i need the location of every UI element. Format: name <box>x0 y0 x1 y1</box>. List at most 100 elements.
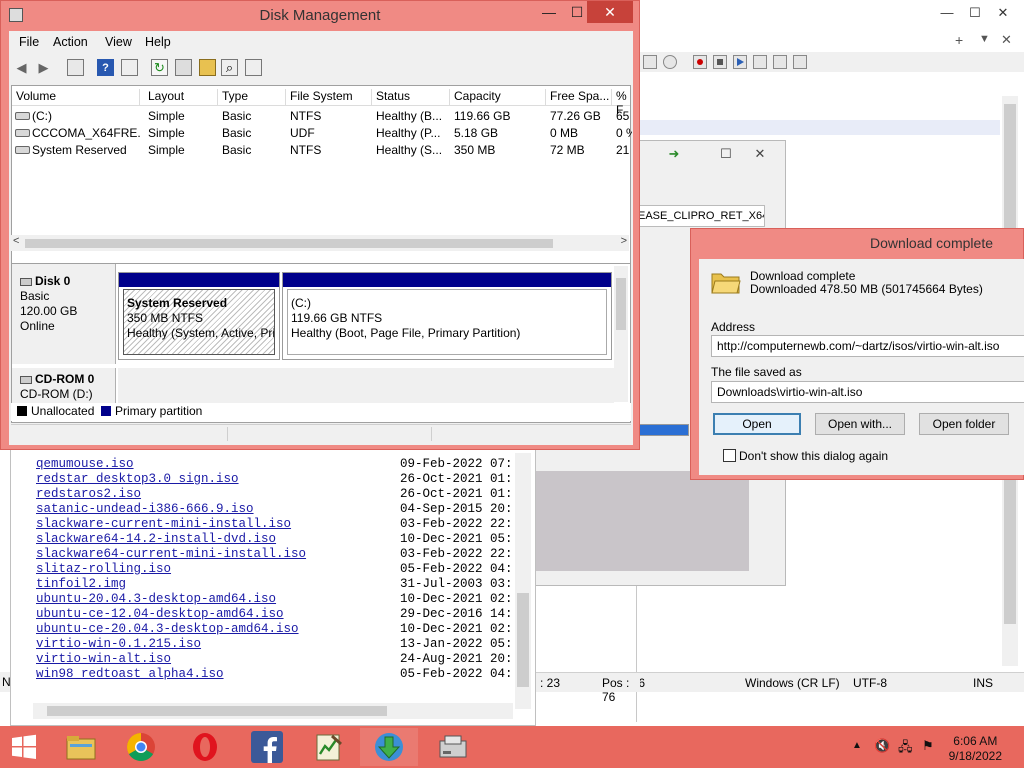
file-list-hscrollbar[interactable] <box>33 703 513 719</box>
list-item: slackware64-14.2-install-dvd.iso 10-Dec-2… <box>36 532 513 547</box>
address-field[interactable]: http://computernewb.com/~dartz/isos/virt… <box>711 335 1024 357</box>
file-link[interactable]: ubuntu-20.04.3-desktop-amd64.iso <box>36 592 276 606</box>
close-icon[interactable]: ✕ <box>747 145 773 163</box>
file-explorer-taskbar-button[interactable] <box>52 728 110 766</box>
file-list-window: qemumouse.iso 09-Feb-2022 07:4 redstar_des… <box>10 444 536 726</box>
file-link[interactable]: slackware-current-mini-install.iso <box>36 517 291 531</box>
partition-system-reserved[interactable]: System Reserved 350 MB NTFS Healthy (Sys… <box>118 272 280 360</box>
col-capacity[interactable]: Capacity <box>450 89 546 106</box>
file-date: 10-Dec-2021 02:2 <box>400 622 512 636</box>
dialog-title: Download complete <box>870 235 993 251</box>
col-layout[interactable]: Layout <box>144 89 218 106</box>
cell-fs: NTFS <box>290 143 322 157</box>
saved-path-field[interactable]: Downloads\virtio-win-alt.iso <box>711 381 1024 403</box>
file-link[interactable]: satanic-undead-i386-666.9.iso <box>36 502 254 516</box>
maximize-icon[interactable]: ☐ <box>961 4 989 22</box>
file-link[interactable]: redstar_desktop3.0_sign.iso <box>36 472 239 486</box>
file-link[interactable]: tinfoil2.img <box>36 577 126 591</box>
disk-pane-scrollbar[interactable] <box>614 266 628 402</box>
file-link[interactable]: ubuntu-ce-20.04.3-desktop-amd64.iso <box>36 622 299 636</box>
open-folder-button[interactable]: Open folder <box>919 413 1009 435</box>
menu-help[interactable]: Help <box>145 35 171 49</box>
tab-list-icon[interactable]: ▼ <box>979 33 990 45</box>
col-file-system[interactable]: File System <box>286 89 372 106</box>
table-row[interactable]: System Reserved Simple Basic NTFS Healthy (S… <box>12 142 630 159</box>
list-item: virtio-win-0.1.215.iso 13-Jan-2022 05:3 <box>36 637 513 652</box>
col-free-space[interactable]: Free Spa... <box>546 89 612 106</box>
toolbar-icon[interactable] <box>663 55 677 69</box>
settings-icon[interactable] <box>245 59 262 76</box>
search-icon[interactable]: ⌕ <box>221 59 238 76</box>
network-icon[interactable]: 🖧 <box>898 738 913 760</box>
minimize-icon[interactable]: — <box>933 4 961 22</box>
record-macro-icon[interactable] <box>693 55 707 69</box>
file-link[interactable]: win98_redtoast_alpha4.iso <box>36 667 224 681</box>
new-tab-icon[interactable]: + <box>955 32 963 48</box>
play-macro-icon[interactable] <box>733 55 747 69</box>
disk0-state: Online <box>20 319 55 333</box>
save-macro-icon[interactable] <box>773 55 787 69</box>
open-folder-icon[interactable] <box>199 59 216 76</box>
table-row[interactable]: CCCOMA_X64FRE... Simple Basic UDF Healthy (P… <box>12 125 632 142</box>
maximize-icon[interactable]: ☐ <box>713 145 739 163</box>
close-icon[interactable]: ✕ <box>989 4 1017 22</box>
col-type[interactable]: Type <box>218 89 286 106</box>
facebook-taskbar-button[interactable] <box>238 728 296 766</box>
file-link[interactable]: ubuntu-ce-12.04-desktop-amd64.iso <box>36 607 284 621</box>
minimize-icon[interactable]: — <box>535 1 563 23</box>
status-strip: l : 23 Pos : 76 <box>520 672 640 704</box>
menu-bar: File Action View Help <box>9 31 633 53</box>
file-list-vscrollbar[interactable] <box>515 453 531 709</box>
cell-layout: Simple <box>148 126 185 140</box>
stop-record-icon[interactable] <box>713 55 727 69</box>
file-link[interactable]: redstaros2.iso <box>36 487 141 501</box>
disk-management-taskbar-button[interactable] <box>424 728 482 766</box>
arrow-icon[interactable]: ➜ <box>661 145 687 163</box>
col-volume[interactable]: Volume <box>12 89 140 106</box>
file-link[interactable]: slackware64-current-mini-install.iso <box>36 547 306 561</box>
volume-muted-icon[interactable]: 🔇 <box>874 738 890 754</box>
file-link[interactable]: slitaz-rolling.iso <box>36 562 171 576</box>
close-tab-icon[interactable]: ✕ <box>1001 32 1012 48</box>
table-row[interactable]: (C:) Simple Basic NTFS Healthy (B... 119.66 G… <box>12 108 630 125</box>
file-link[interactable]: virtio-win-alt.iso <box>36 652 171 666</box>
menu-view[interactable]: View <box>105 35 132 49</box>
show-hidden-icons-icon[interactable]: ▲ <box>852 740 862 751</box>
chrome-taskbar-button[interactable] <box>112 728 170 766</box>
toolbar: ◀ ▶ ? ↻ ⌕ <box>9 55 633 81</box>
show-hide-console-tree-icon[interactable] <box>67 59 84 76</box>
menu-action[interactable]: Action <box>53 35 88 49</box>
file-link[interactable]: virtio-win-0.1.215.iso <box>36 637 201 651</box>
refresh-icon[interactable]: ↻ <box>151 59 168 76</box>
dont-show-checkbox[interactable] <box>723 449 736 462</box>
clock[interactable]: 6:06 AM 9/18/2022 <box>949 734 1002 764</box>
disk0-label[interactable]: Disk 0 Basic 120.00 GB Online <box>12 264 116 364</box>
toolbar-icon[interactable] <box>643 55 657 69</box>
start-button[interactable] <box>0 728 48 766</box>
cdrom0-label[interactable]: CD-ROM 0 CD-ROM (D:) <box>12 368 116 404</box>
back-icon[interactable]: ◀ <box>13 59 30 76</box>
partition-c-drive[interactable]: (C:) 119.66 GB NTFS Healthy (Boot, Page … <box>282 272 612 360</box>
forward-icon[interactable]: ▶ <box>35 59 52 76</box>
close-icon[interactable]: ✕ <box>587 1 633 23</box>
open-button[interactable]: Open <box>713 413 801 435</box>
properties-icon[interactable] <box>121 59 138 76</box>
partition-name: (C:) <box>291 296 311 310</box>
menu-file[interactable]: File <box>19 35 39 49</box>
file-link[interactable]: slackware64-14.2-install-dvd.iso <box>36 532 276 546</box>
col-percent-free[interactable]: % F <box>612 89 632 117</box>
editor-taskbar-button[interactable] <box>300 728 358 766</box>
help-icon[interactable]: ? <box>97 59 114 76</box>
col-status[interactable]: Status <box>372 89 450 106</box>
action-center-icon[interactable]: ⚑ <box>922 738 934 754</box>
run-macro-multiple-icon[interactable] <box>753 55 767 69</box>
file-link[interactable]: qemumouse.iso <box>36 457 134 471</box>
open-with-button[interactable]: Open with... <box>815 413 905 435</box>
download-manager-taskbar-button[interactable] <box>360 728 418 766</box>
partition-size: 350 MB NTFS <box>127 311 204 325</box>
list-item: redstar_desktop3.0_sign.iso 26-Oct-2021 0… <box>36 472 513 487</box>
rescan-disks-icon[interactable] <box>175 59 192 76</box>
opera-taskbar-button[interactable] <box>176 728 234 766</box>
toolbar-icon[interactable] <box>793 55 807 69</box>
volume-list-hscrollbar[interactable]: < > <box>11 235 629 251</box>
